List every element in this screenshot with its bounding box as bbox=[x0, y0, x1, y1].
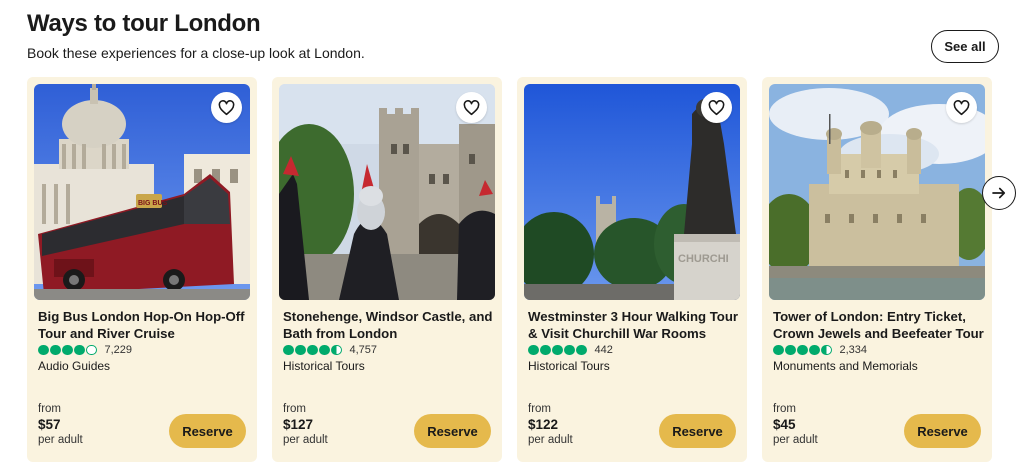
rating-bubble-icon bbox=[331, 344, 342, 356]
tour-card[interactable]: Tower of London: Entry Ticket, Crown Jew… bbox=[762, 77, 992, 462]
rating-bubble-icon bbox=[38, 344, 49, 356]
review-count[interactable]: 2,334 bbox=[840, 344, 868, 356]
favorite-button[interactable] bbox=[211, 92, 242, 123]
favorite-button[interactable] bbox=[456, 92, 487, 123]
heart-icon bbox=[218, 99, 235, 115]
rating-bubbles bbox=[283, 344, 342, 356]
tour-category: Monuments and Memorials bbox=[773, 359, 918, 373]
rating-bubble-icon bbox=[319, 344, 330, 356]
price-unit-label: per adult bbox=[283, 434, 328, 446]
rating-bubbles bbox=[773, 344, 832, 356]
rating: 442 bbox=[528, 344, 613, 356]
tour-image-windsor[interactable] bbox=[279, 84, 495, 300]
see-all-button[interactable]: See all bbox=[931, 30, 999, 63]
tour-title[interactable]: Stonehenge, Windsor Castle, and Bath fro… bbox=[283, 308, 495, 342]
rating-bubbles bbox=[38, 344, 97, 356]
rating-bubble-icon bbox=[528, 344, 539, 356]
rating-bubble-icon bbox=[797, 344, 808, 356]
heart-icon bbox=[953, 99, 970, 115]
rating-bubble-icon bbox=[773, 344, 784, 356]
price-from-label: from bbox=[38, 403, 61, 415]
rating-bubble-icon bbox=[785, 344, 796, 356]
section-subtitle: Book these experiences for a close-up lo… bbox=[27, 45, 365, 61]
rating-bubble-icon bbox=[307, 344, 318, 356]
rating-bubble-icon bbox=[62, 344, 73, 356]
price-from-label: from bbox=[773, 403, 796, 415]
favorite-button[interactable] bbox=[946, 92, 977, 123]
price-from-label: from bbox=[528, 403, 551, 415]
rating-bubble-icon bbox=[295, 344, 306, 356]
arrow-right-icon bbox=[992, 187, 1006, 199]
price-unit-label: per adult bbox=[38, 434, 83, 446]
rating-bubble-icon bbox=[564, 344, 575, 356]
price-value: $127 bbox=[283, 417, 314, 432]
favorite-button[interactable] bbox=[701, 92, 732, 123]
tour-category: Historical Tours bbox=[283, 359, 365, 373]
tour-category: Audio Guides bbox=[38, 359, 111, 373]
tour-image-bus[interactable]: BIG BUS bbox=[34, 84, 250, 300]
reserve-button[interactable]: Reserve bbox=[169, 414, 246, 448]
statue-plinth-text: CHURCHI bbox=[678, 253, 729, 265]
price-value: $122 bbox=[528, 417, 559, 432]
rating-bubble-icon bbox=[86, 344, 97, 356]
price-unit-label: per adult bbox=[773, 434, 818, 446]
price-value: $57 bbox=[38, 417, 61, 432]
rating-bubble-icon bbox=[74, 344, 85, 356]
bus-logo-text: BIG BUS bbox=[138, 200, 168, 207]
tour-category: Historical Tours bbox=[528, 359, 610, 373]
reserve-button[interactable]: Reserve bbox=[414, 414, 491, 448]
tour-image-westminster[interactable]: CHURCHI bbox=[524, 84, 740, 300]
rating-bubble-icon bbox=[50, 344, 61, 356]
rating: 4,757 bbox=[283, 344, 377, 356]
reserve-button[interactable]: Reserve bbox=[659, 414, 736, 448]
tour-title[interactable]: Big Bus London Hop-On Hop-Off Tour and R… bbox=[38, 308, 250, 342]
tour-card[interactable]: Stonehenge, Windsor Castle, and Bath fro… bbox=[272, 77, 502, 462]
review-count[interactable]: 4,757 bbox=[350, 344, 378, 356]
rating: 2,334 bbox=[773, 344, 867, 356]
rating-bubble-icon bbox=[809, 344, 820, 356]
heart-icon bbox=[708, 99, 725, 115]
review-count[interactable]: 7,229 bbox=[105, 344, 133, 356]
tour-title[interactable]: Tower of London: Entry Ticket, Crown Jew… bbox=[773, 308, 985, 342]
rating-bubble-icon bbox=[552, 344, 563, 356]
price-value: $45 bbox=[773, 417, 796, 432]
rating-bubble-icon bbox=[576, 344, 587, 356]
review-count[interactable]: 442 bbox=[595, 344, 613, 356]
rating-bubble-icon bbox=[821, 344, 832, 356]
tours-section: Ways to tour London Book these experienc… bbox=[0, 0, 1024, 476]
heart-icon bbox=[463, 99, 480, 115]
rating-bubble-icon bbox=[540, 344, 551, 356]
rating: 7,229 bbox=[38, 344, 132, 356]
reserve-button[interactable]: Reserve bbox=[904, 414, 981, 448]
price-unit-label: per adult bbox=[528, 434, 573, 446]
price-from-label: from bbox=[283, 403, 306, 415]
section-title: Ways to tour London bbox=[27, 10, 261, 37]
tour-card[interactable]: BIG BUS Big Bus London Hop-On Hop-Off To… bbox=[27, 77, 257, 462]
tour-card[interactable]: CHURCHI Westminster 3 Hour Walking Tour … bbox=[517, 77, 747, 462]
tour-title[interactable]: Westminster 3 Hour Walking Tour & Visit … bbox=[528, 308, 740, 342]
carousel-next-button[interactable] bbox=[982, 176, 1016, 210]
rating-bubble-icon bbox=[283, 344, 294, 356]
tour-image-tower[interactable] bbox=[769, 84, 985, 300]
rating-bubbles bbox=[528, 344, 587, 356]
